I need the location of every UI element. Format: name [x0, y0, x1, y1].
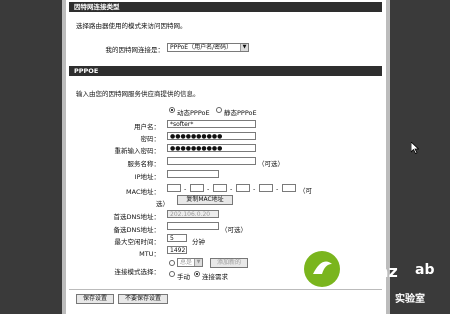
connection-type-select[interactable]: PPPoE（用户名/密码） ▼: [167, 43, 249, 52]
radio-on-demand-label: 连接需求: [202, 273, 228, 281]
connection-type-description: 选择路由器使用的模式来访问因特网。: [76, 22, 187, 30]
username-field[interactable]: *softer*: [167, 120, 256, 128]
secondary-dns-optional: （可选）: [221, 226, 247, 234]
idle-time-label: 最大空闲时间：: [114, 238, 161, 246]
save-settings-button[interactable]: 保存设置: [76, 294, 114, 304]
mac-separator: -: [230, 185, 233, 193]
watermark-suffix: ab: [415, 262, 435, 278]
connect-mode-label: 连接模式选择：: [114, 268, 161, 276]
pppoe-header: PPPOE: [69, 66, 382, 76]
primary-dns-label: 首选DNS地址：: [113, 213, 161, 221]
mac-optional-cont: 选）: [156, 200, 169, 208]
mac-segment-2[interactable]: [190, 184, 204, 192]
primary-dns-field[interactable]: 202.106.0.20: [167, 210, 219, 218]
radio-static-pppoe[interactable]: [216, 107, 222, 113]
chevron-down-icon: ▼: [194, 259, 202, 266]
mac-separator: -: [184, 185, 187, 193]
password-label: 密码：: [140, 135, 161, 143]
password-field[interactable]: ●●●●●●●●●●: [167, 132, 256, 140]
mac-separator: -: [207, 185, 210, 193]
connection-type-selected: PPPoE（用户名/密码）: [170, 44, 233, 51]
mac-optional: （可: [299, 187, 312, 195]
mac-segment-3[interactable]: [213, 184, 227, 192]
secondary-dns-field[interactable]: [167, 222, 219, 230]
radio-manual[interactable]: [169, 271, 175, 277]
watermark-cn: 中国: [340, 290, 365, 304]
chevron-down-icon: ▼: [240, 44, 248, 51]
connection-type-label: 我的因特网连接是：: [105, 46, 165, 54]
confirm-password-label: 重新输入密码：: [114, 147, 161, 155]
radio-on-demand[interactable]: [194, 271, 200, 277]
footer-separator: [69, 289, 382, 290]
mac-address-label: MAC地址：: [126, 188, 160, 196]
radio-dynamic-pppoe[interactable]: [169, 107, 175, 113]
mac-separator: -: [253, 185, 256, 193]
clone-mac-button[interactable]: 复制MAC地址: [177, 195, 233, 205]
username-label: 用户名：: [134, 123, 160, 131]
idle-time-unit: 分钟: [192, 238, 205, 246]
mtu-field[interactable]: 1492: [167, 246, 187, 254]
dont-save-settings-button[interactable]: 不要保存设置: [118, 294, 168, 304]
confirm-password-field[interactable]: ●●●●●●●●●●: [167, 144, 256, 152]
pppoe-description: 输入由您的因特网服务供应商提供的信息。: [76, 90, 200, 98]
service-name-field[interactable]: [167, 157, 256, 165]
connection-type-header: 因特网连接类型: [69, 2, 382, 12]
ip-address-label: IP地址：: [134, 173, 160, 181]
mac-segment-4[interactable]: [236, 184, 250, 192]
mtu-label: MTU：: [139, 250, 160, 258]
mac-segment-5[interactable]: [259, 184, 273, 192]
watermark-cn-lab: 实验室: [395, 294, 425, 305]
mouse-cursor-icon: [411, 142, 419, 154]
add-schedule-button[interactable]: 添加新的: [210, 258, 248, 268]
radio-static-pppoe-label: 静态PPPoE: [224, 109, 257, 117]
mac-segment-1[interactable]: [167, 184, 181, 192]
ip-address-field[interactable]: [167, 170, 219, 178]
radio-dynamic-pppoe-label: 动态PPPoE: [177, 109, 210, 117]
mac-separator: -: [276, 185, 279, 193]
radio-manual-label: 手动: [177, 273, 190, 281]
always-on-select[interactable]: 总是 ▼: [177, 258, 203, 267]
secondary-dns-label: 备选DNS地址：: [113, 226, 161, 234]
always-on-select-value: 总是: [180, 259, 193, 266]
radio-always-on[interactable]: [169, 260, 175, 266]
idle-time-field[interactable]: 5: [167, 234, 187, 242]
chinaz-logo-icon: [304, 251, 340, 287]
mac-segment-6[interactable]: [282, 184, 296, 192]
watermark-brand: chinaz: [340, 262, 398, 281]
service-name-label: 服务名称：: [127, 160, 161, 168]
service-name-optional: （可选）: [258, 160, 284, 168]
